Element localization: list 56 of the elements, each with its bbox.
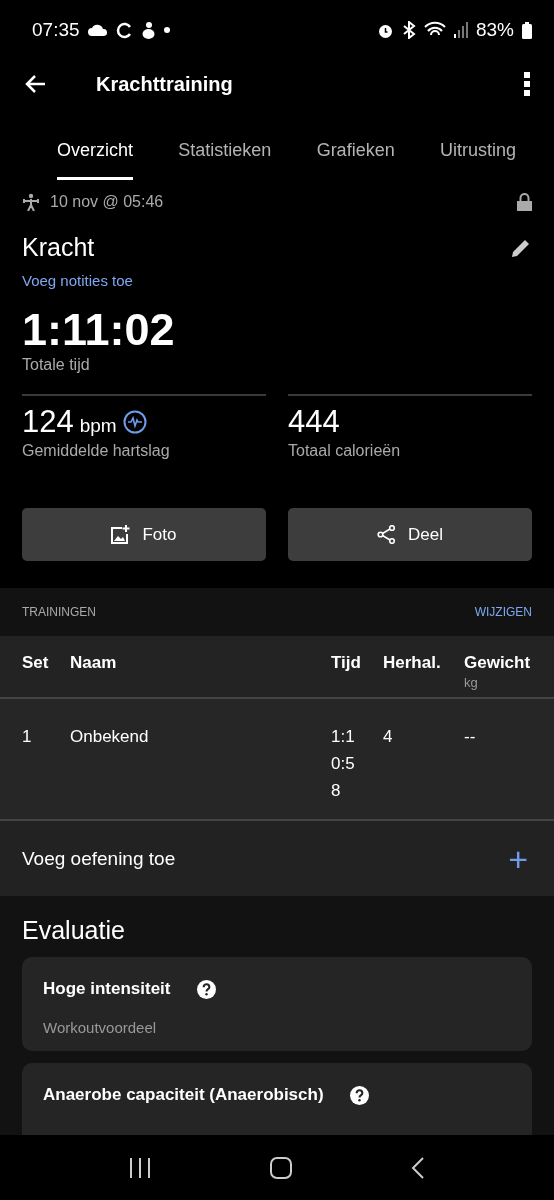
help-icon[interactable] <box>349 1085 369 1105</box>
edit-link[interactable]: WIJZIGEN <box>474 605 532 619</box>
stat-label: Totaal calorieën <box>288 442 402 460</box>
table-cell: -- <box>464 727 476 746</box>
help-icon[interactable] <box>196 979 216 999</box>
activity-name: Kracht <box>22 233 95 262</box>
share-icon <box>377 525 396 544</box>
bluetooth-icon <box>401 21 416 39</box>
stat-label: Gemiddelde hartslag <box>22 442 171 460</box>
column-header: Tijd <box>331 652 362 674</box>
table-cell: 1 <box>22 727 32 746</box>
activity-date: 10 nov @ 05:46 <box>50 192 164 211</box>
lock-icon <box>517 192 532 211</box>
battery-icon <box>522 21 532 39</box>
add-button[interactable]: + <box>504 839 532 878</box>
evaluation-title: Evaluatie <box>22 916 126 945</box>
app-bar-title: Krachttraining <box>96 72 233 96</box>
cloud-icon <box>87 24 108 36</box>
status-time: 07:35 <box>32 19 80 41</box>
column-header: Gewicht <box>464 652 532 674</box>
total-time-value: 1:11:02 <box>22 304 176 356</box>
column-header: Herhal. <box>383 652 442 674</box>
card-title: Anaerobe capaciteit (Anaerobisch) <box>43 1085 324 1105</box>
tab[interactable]: Overzicht <box>57 130 134 180</box>
dot-icon <box>163 27 170 33</box>
add-exercise-label: Voeg oefening toe <box>22 847 176 870</box>
table-cell: 4 <box>383 727 393 746</box>
tab[interactable]: Uitrusting <box>439 130 516 180</box>
back-nav-icon[interactable] <box>410 1156 425 1179</box>
figure-icon <box>140 21 156 39</box>
column-header: Naam <box>70 652 118 674</box>
photo-button[interactable]: Foto <box>22 508 266 561</box>
section-title: TRAININGEN <box>22 605 96 619</box>
column-unit: kg <box>464 676 479 689</box>
add-photo-icon <box>111 525 131 544</box>
card-subtitle: Workoutvoordeel <box>43 1019 158 1036</box>
more-menu-icon[interactable] <box>524 72 530 96</box>
recent-apps-icon[interactable] <box>129 1157 152 1178</box>
share-button[interactable]: Deel <box>288 508 532 561</box>
add-notes-link[interactable]: Voeg notities toe <box>22 272 133 289</box>
total-time-label: Totale tijd <box>22 356 91 374</box>
signal-icon <box>453 22 468 38</box>
card-title: Hoge intensiteit <box>43 979 171 999</box>
column-header: Set <box>22 652 50 674</box>
home-icon[interactable] <box>270 1156 292 1179</box>
sync-icon <box>115 21 133 39</box>
tab[interactable]: Statistieken <box>178 130 272 180</box>
table-cell-text: 1:10:58 <box>331 726 355 802</box>
weightlifter-icon <box>22 192 40 211</box>
heart-rate-icon[interactable] <box>122 410 147 434</box>
stat-unit: bpm <box>79 415 117 437</box>
battery-percentage: 83% <box>475 19 514 41</box>
stat-value: 124 <box>22 404 74 440</box>
stat-value: 444 <box>288 404 340 440</box>
tab[interactable]: Grafieken <box>316 130 395 180</box>
table-cell: Onbekend <box>70 727 149 746</box>
